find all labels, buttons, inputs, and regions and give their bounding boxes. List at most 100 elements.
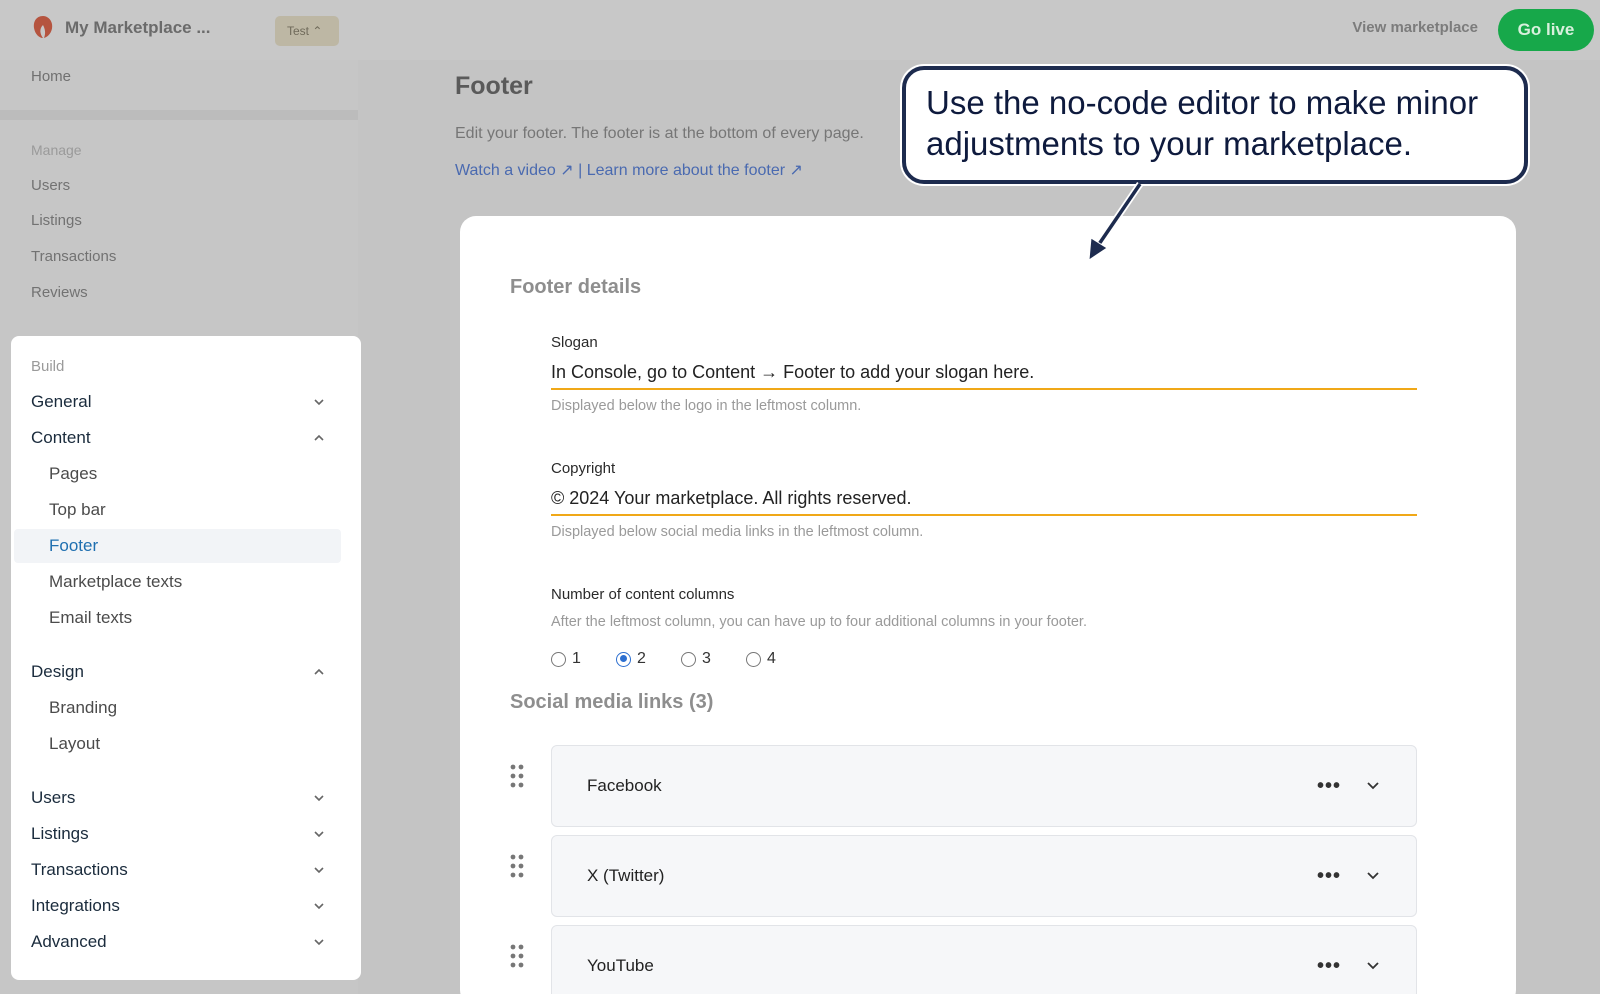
sidebar-item-label: Pages — [49, 464, 98, 483]
marketplace-logo-icon — [33, 16, 53, 38]
chevron-up-icon — [314, 434, 324, 441]
sidebar-item-label: Content — [31, 428, 91, 447]
sidebar-item-label: General — [31, 392, 92, 411]
slogan-input[interactable] — [551, 360, 1417, 390]
sidebar-item-build-listings[interactable]: Listings — [14, 817, 341, 851]
sidebar-item-advanced[interactable]: Advanced — [14, 925, 341, 959]
column-option-3[interactable]: 3 — [681, 650, 746, 668]
column-option-4[interactable]: 4 — [746, 650, 811, 668]
radio-button[interactable] — [681, 651, 696, 667]
footer-editor-card: Footer details Slogan Displayed below th… — [460, 216, 1516, 994]
social-link-row[interactable]: Facebook ••• — [551, 745, 1417, 827]
chevron-up-icon — [314, 668, 324, 675]
sidebar-item-top-bar[interactable]: Top bar — [14, 493, 341, 527]
radio-label: 2 — [637, 650, 646, 667]
sidebar-item-label: Footer — [49, 536, 99, 555]
chevron-down-icon — [314, 939, 324, 946]
sidebar-item-home[interactable]: Home — [31, 68, 71, 85]
column-option-1[interactable]: 1 — [551, 650, 616, 668]
view-marketplace-link[interactable]: View marketplace — [1352, 19, 1478, 36]
columns-label: Number of content columns — [551, 586, 735, 603]
drag-handle-icon[interactable] — [508, 763, 526, 789]
sidebar-item-label: Marketplace texts — [49, 572, 183, 591]
radio-button[interactable] — [551, 651, 566, 667]
more-options-icon[interactable]: ••• — [1317, 775, 1341, 798]
chevron-down-icon — [314, 795, 324, 802]
link-separator: | — [578, 162, 583, 179]
copyright-label: Copyright — [551, 460, 616, 477]
sidebar-item-label: Design — [31, 662, 84, 681]
sidebar-item-content[interactable]: Content — [14, 421, 341, 455]
callout-text: Use the no-code editor to make minor adj… — [926, 84, 1479, 162]
copyright-input[interactable] — [551, 486, 1417, 516]
go-live-button[interactable]: Go live — [1498, 9, 1594, 51]
sidebar-item-email-texts[interactable]: Email texts — [14, 601, 341, 635]
watch-video-link[interactable]: Watch a video ↗ — [455, 162, 574, 179]
sidebar-item-label: Branding — [49, 698, 118, 717]
page-title: Footer — [455, 72, 533, 100]
social-link-name: Facebook — [587, 776, 662, 795]
chevron-down-icon[interactable] — [1365, 958, 1381, 974]
sidebar-item-label: Advanced — [31, 932, 107, 951]
social-links-title: Social media links (3) — [510, 691, 714, 713]
drag-handle-icon[interactable] — [508, 853, 526, 879]
sidebar-item-listings[interactable]: Listings — [31, 212, 82, 229]
build-nav-panel: Build General Content Pages Top bar Foot… — [11, 336, 361, 980]
top-bar: My Marketplace ... Test ⌃ View marketpla… — [0, 0, 1600, 60]
radio-button[interactable] — [746, 651, 761, 667]
radio-label: 4 — [767, 650, 776, 667]
radio-label: 3 — [702, 650, 711, 667]
copyright-help-text: Displayed below social media links in th… — [551, 524, 924, 540]
sidebar-item-footer[interactable]: Footer — [14, 529, 341, 563]
sidebar-item-layout[interactable]: Layout — [14, 727, 341, 761]
learn-more-link[interactable]: Learn more about the footer ↗ — [587, 162, 803, 179]
sidebar-item-build-transactions[interactable]: Transactions — [14, 853, 341, 887]
chevron-down-icon — [314, 867, 324, 874]
sidebar-item-build-users[interactable]: Users — [14, 781, 341, 815]
sidebar-item-reviews[interactable]: Reviews — [31, 284, 88, 301]
chevron-down-icon — [314, 399, 324, 406]
columns-radio-group: 1 2 3 4 — [551, 650, 811, 668]
more-options-icon[interactable]: ••• — [1317, 955, 1341, 978]
radio-button-selected[interactable] — [616, 651, 631, 667]
column-option-2[interactable]: 2 — [616, 650, 681, 668]
sidebar-item-integrations[interactable]: Integrations — [14, 889, 341, 923]
environment-badge[interactable]: Test ⌃ — [275, 16, 339, 46]
sidebar-item-users[interactable]: Users — [31, 177, 70, 194]
app-title[interactable]: My Marketplace ... — [65, 18, 211, 38]
chevron-down-icon[interactable] — [1365, 868, 1381, 884]
sidebar-divider — [0, 110, 358, 120]
sidebar-item-label: Listings — [31, 824, 89, 843]
sidebar-section-build: Build — [31, 358, 65, 375]
sidebar-item-design[interactable]: Design — [14, 655, 341, 689]
sidebar-item-transactions[interactable]: Transactions — [31, 248, 116, 265]
sidebar-item-label: Integrations — [31, 896, 120, 915]
social-link-row[interactable]: YouTube ••• — [551, 925, 1417, 994]
chevron-down-icon — [314, 831, 324, 838]
tutorial-callout: Use the no-code editor to make minor adj… — [902, 66, 1528, 184]
page-description: Edit your footer. The footer is at the b… — [455, 125, 864, 142]
chevron-down-icon — [314, 903, 324, 910]
sidebar-item-label: Email texts — [49, 608, 133, 627]
more-options-icon[interactable]: ••• — [1317, 865, 1341, 888]
chevron-down-icon[interactable] — [1365, 778, 1381, 794]
sidebar-item-label: Transactions — [31, 860, 128, 879]
sidebar-item-marketplace-texts[interactable]: Marketplace texts — [14, 565, 341, 599]
slogan-help-text: Displayed below the logo in the leftmost… — [551, 398, 862, 414]
sidebar-section-manage: Manage — [31, 142, 82, 158]
sidebar-item-general[interactable]: General — [14, 385, 341, 419]
sidebar-item-label: Users — [31, 788, 76, 807]
drag-handle-icon[interactable] — [508, 943, 526, 969]
footer-details-title: Footer details — [510, 276, 642, 298]
sidebar-item-label: Top bar — [49, 500, 106, 519]
sidebar-item-branding[interactable]: Branding — [14, 691, 341, 725]
social-link-row[interactable]: X (Twitter) ••• — [551, 835, 1417, 917]
slogan-label: Slogan — [551, 334, 598, 351]
callout-arrow-icon — [1088, 182, 1143, 261]
sidebar-item-pages[interactable]: Pages — [14, 457, 341, 491]
columns-help-text: After the leftmost column, you can have … — [551, 614, 1087, 630]
social-link-name: X (Twitter) — [587, 866, 665, 885]
radio-label: 1 — [572, 650, 581, 667]
page-links: Watch a video ↗ | Learn more about the f… — [455, 160, 803, 180]
social-link-name: YouTube — [587, 956, 654, 975]
